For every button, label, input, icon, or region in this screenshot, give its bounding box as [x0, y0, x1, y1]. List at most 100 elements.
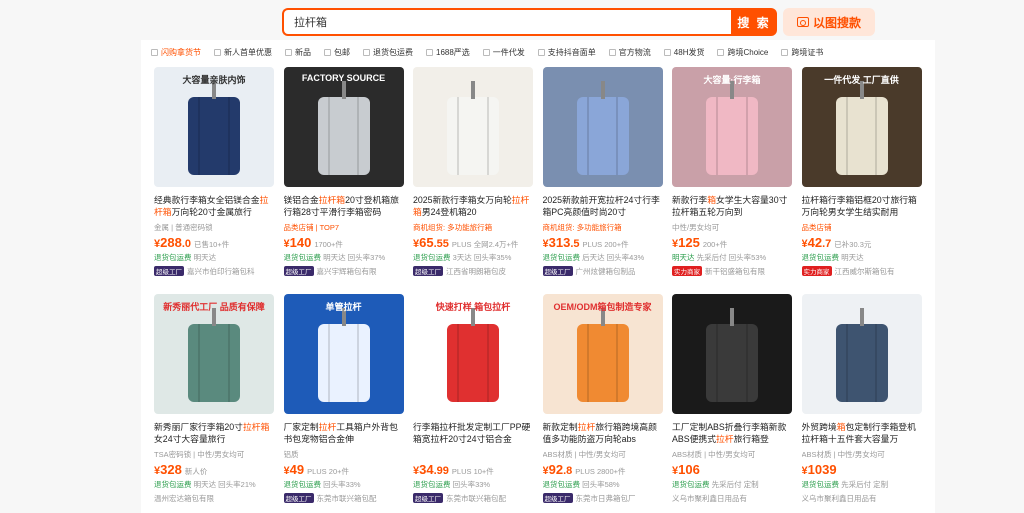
product-card[interactable]: 单管拉杆 厂家定制拉杆工具箱户外背包书包宠物铝合金伸 铝质 ¥49 PLUS 20+件退…: [283, 294, 404, 512]
shop-line[interactable]: 超级工厂 东莞市联兴箱包配: [283, 493, 404, 503]
filter-checkbox[interactable]: 新人首单优惠: [214, 47, 272, 58]
product-card[interactable]: 2025新款前开宽拉杆24寸行李箱PC亮颜值时尚20寸商机组货: 多功能旅行箱 ¥…: [542, 67, 663, 285]
search-box[interactable]: [282, 8, 731, 36]
product-title[interactable]: 2025新款前开宽拉杆24寸行李箱PC亮颜值时尚20寸: [543, 194, 663, 218]
filter-checkbox[interactable]: 新品: [285, 47, 311, 58]
filter-label: 一件代发: [492, 47, 525, 57]
product-title[interactable]: 2025新款行李箱女万向轮拉杆箱男24登机箱20: [413, 194, 533, 218]
filter-checkbox[interactable]: 闪购拿货节: [151, 47, 201, 58]
product-title[interactable]: 厂家定制拉杆工具箱户外背包书包宠物铝合金伸: [284, 421, 404, 445]
sold-count: PLUS 全网2.4万+件: [451, 240, 519, 249]
service-tag: 明天达 回头率21%: [193, 480, 256, 489]
shop-name[interactable]: 义乌市聚利鑫日用品有: [802, 493, 877, 503]
product-title[interactable]: 拉杆箱行李箱铝框20寸旅行箱万向轮男女学生结实耐用: [802, 194, 922, 218]
product-image[interactable]: 大容量亲肤内饰: [154, 67, 274, 187]
product-image[interactable]: 大容量·行李箱: [672, 67, 792, 187]
shop-line[interactable]: 实力商家 江西威尔斯箱包有: [801, 266, 922, 276]
shop-line[interactable]: 义乌市聚利鑫日用品有: [672, 493, 792, 503]
image-search-button[interactable]: 以图搜款: [783, 8, 875, 36]
service-tags: 退货包运费 回头率33%: [413, 479, 533, 489]
checkbox-icon: [608, 48, 616, 56]
product-title[interactable]: 工厂定制ABS折叠行李箱新款ABS便携式拉杆旅行箱登: [672, 421, 792, 445]
product-title[interactable]: 经典款行李箱女全铝镁合金拉杆箱万向轮20寸金属旅行: [154, 194, 274, 218]
shop-name[interactable]: 江西威尔斯箱包有: [835, 266, 895, 276]
shop-line[interactable]: 超级工厂 东莞市联兴箱包配: [413, 493, 533, 503]
product-card[interactable]: 新秀丽代工厂 品质有保障 新秀丽厂家行李箱20寸拉杆箱女24寸大容量旅行 TSA密码…: [154, 294, 274, 512]
filter-checkbox[interactable]: 退货包运费: [363, 47, 413, 58]
product-image[interactable]: 一件代发 工厂直供: [801, 67, 922, 187]
shop-name[interactable]: 广州炫健箱包制品: [576, 266, 636, 276]
filter-checkbox[interactable]: 官方物流: [608, 47, 651, 58]
product-card[interactable]: 快速打样 箱包拉杆 行李箱拉杆批发定制工厂PP硬箱宽拉杆20寸24寸铝合金 ¥34.…: [413, 294, 533, 512]
filter-checkbox[interactable]: 跨境Choice: [717, 47, 768, 58]
shop-line[interactable]: 超级工厂 嘉兴市伯印行箱包科: [154, 266, 274, 276]
sold-count: PLUS 200+件: [582, 240, 629, 249]
handle-image: [730, 308, 734, 326]
shop-name[interactable]: 东莞市联兴箱包配: [446, 493, 506, 503]
image-search-label: 以图搜款: [812, 15, 861, 30]
title-text: 厂家定制: [283, 422, 319, 432]
shop-line[interactable]: 超级工厂 东莞市日弗箱包厂: [542, 493, 663, 503]
image-banner-text: 一件代发 工厂直供: [824, 75, 899, 85]
checkbox-icon: [781, 48, 789, 56]
product-card[interactable]: 大容量·行李箱 新款行李箱女学生大容量30寸拉杆箱五轮万向到 中性/男女均可 ¥125…: [672, 67, 792, 285]
product-image[interactable]: [672, 294, 792, 414]
product-image[interactable]: FACTORY SOURCE: [283, 67, 404, 187]
shop-line[interactable]: 实力商家 新干铝盛箱包有限: [672, 266, 792, 276]
filter-checkbox[interactable]: 1688严选: [426, 47, 470, 58]
product-title[interactable]: 外贸跨境箱包定制行李箱登机拉杆箱十五件套大容量万: [802, 421, 922, 445]
price: ¥65.55: [413, 235, 449, 249]
shop-name[interactable]: 嘉兴宇辉箱包有限: [317, 266, 377, 276]
product-image[interactable]: [413, 67, 533, 187]
product-title[interactable]: 镁铝合金拉杆箱20寸登机箱旅行箱28寸平滑行李箱密码: [284, 194, 404, 218]
product-card[interactable]: 大容量亲肤内饰 经典款行李箱女全铝镁合金拉杆箱万向轮20寸金属旅行 金属 | 普通密…: [154, 67, 274, 285]
product-title[interactable]: 新秀丽厂家行李箱20寸拉杆箱女24寸大容量旅行: [154, 421, 274, 445]
product-image[interactable]: 新秀丽代工厂 品质有保障: [154, 294, 274, 414]
product-card[interactable]: 2025新款行李箱女万向轮拉杆箱男24登机箱20 商机组货: 多功能旅行箱 ¥65.…: [413, 67, 533, 285]
product-card[interactable]: 工厂定制ABS折叠行李箱新款ABS便携式拉杆旅行箱登 ABS材质 | 中性/男女均…: [672, 294, 792, 512]
filter-checkbox[interactable]: 一件代发: [482, 47, 525, 58]
service-tags: 退货包运费 回头率33%: [284, 479, 404, 489]
shop-name[interactable]: 江西省明朗箱包皮: [446, 266, 506, 276]
filter-checkbox[interactable]: 包邮: [324, 47, 350, 58]
filter-checkbox[interactable]: 支持抖音面单: [537, 47, 596, 58]
search-input[interactable]: [284, 10, 731, 34]
shop-line[interactable]: 义乌市聚利鑫日用品有: [802, 493, 922, 503]
shop-badge: 实力商家: [801, 266, 832, 276]
shop-name[interactable]: 新干铝盛箱包有限: [705, 266, 765, 276]
product-card[interactable]: 外贸跨境箱包定制行李箱登机拉杆箱十五件套大容量万 ABS材质 | 中性/男女均可 ¥…: [801, 294, 922, 512]
product-title[interactable]: 新款行李箱女学生大容量30寸拉杆箱五轮万向到: [672, 194, 792, 218]
search-button[interactable]: 搜 索: [731, 8, 777, 36]
shop-name[interactable]: 义乌市聚利鑫日用品有: [672, 493, 747, 503]
product-image[interactable]: [801, 294, 922, 414]
product-attributes: 商机组货: 多功能旅行箱: [542, 223, 622, 232]
shop-name[interactable]: 东莞市日弗箱包厂: [576, 493, 636, 503]
shop-name[interactable]: 温州宏达箱包有限: [154, 493, 214, 503]
shop-line[interactable]: 超级工厂 江西省明朗箱包皮: [413, 266, 533, 276]
product-image[interactable]: OEM/ODM箱包制造专家: [542, 294, 663, 414]
price-line: ¥42.7 已补30.3元: [802, 235, 922, 249]
product-image[interactable]: 快速打样 箱包拉杆: [413, 294, 533, 414]
product-title[interactable]: 行李箱拉杆批发定制工厂PP硬箱宽拉杆20寸24寸铝合金: [413, 421, 533, 445]
shop-name[interactable]: 嘉兴市伯印行箱包科: [187, 266, 255, 276]
suitcase-image: [706, 97, 758, 175]
title-text: 行李箱拉杆批发定制工厂PP硬箱宽拉杆20寸24寸铝合金: [413, 422, 531, 444]
product-image[interactable]: 单管拉杆: [283, 294, 404, 414]
product-card[interactable]: 一件代发 工厂直供 拉杆箱行李箱铝框20寸旅行箱万向轮男女学生结实耐用 品类店铺 ¥4…: [801, 67, 922, 285]
shop-line[interactable]: 超级工厂 嘉兴宇辉箱包有限: [283, 266, 404, 276]
service-tag: 先采后付 回头率53%: [696, 253, 767, 262]
image-banner-text: FACTORY SOURCE: [301, 73, 386, 83]
product-title[interactable]: 新款定制拉杆旅行箱跨境高颜值多功能防盗万向轮abs: [543, 421, 663, 445]
title-keyword: 箱: [707, 195, 717, 205]
shop-name[interactable]: 东莞市联兴箱包配: [317, 493, 377, 503]
sold-count: 1700+件: [314, 240, 343, 249]
filter-checkbox[interactable]: 跨境证书: [781, 47, 823, 58]
price-line: ¥313.5 PLUS 200+件: [543, 235, 663, 249]
product-image[interactable]: [542, 67, 663, 187]
product-card[interactable]: OEM/ODM箱包制造专家 新款定制拉杆旅行箱跨境高颜值多功能防盗万向轮abs AB…: [542, 294, 663, 512]
product-card[interactable]: FACTORY SOURCE 镁铝合金拉杆箱20寸登机箱旅行箱28寸平滑行李箱密码…: [283, 67, 404, 285]
filter-checkbox[interactable]: 48H发货: [663, 47, 704, 58]
service-tag: 明天达: [841, 253, 864, 262]
shop-line[interactable]: 超级工厂 广州炫健箱包制品: [542, 266, 663, 276]
shop-line[interactable]: 温州宏达箱包有限: [154, 493, 274, 503]
